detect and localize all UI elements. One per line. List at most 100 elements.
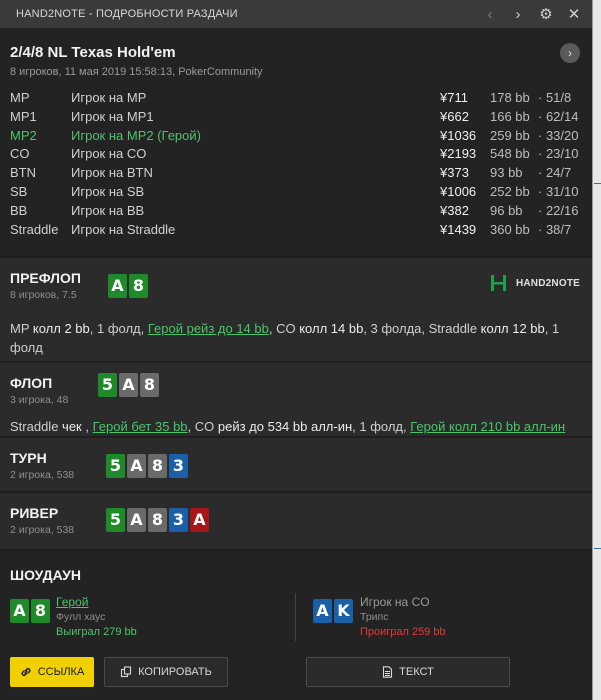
player-chips: ¥1036	[440, 127, 477, 143]
action-player: MP	[10, 321, 30, 336]
villain-result-amount: Проиграл 259 bb	[360, 626, 446, 638]
gear-icon[interactable]: ⚙	[532, 5, 560, 23]
player-name: Игрок на Straddle	[71, 221, 176, 237]
chevron-right-icon[interactable]: ›	[504, 6, 532, 23]
hero-action-link[interactable]: Герой колл 210 bb алл-ин	[410, 419, 565, 434]
player-bb: 178 bb	[490, 90, 530, 105]
card: A	[127, 508, 146, 532]
text-button-label: ТЕКСТ	[399, 666, 434, 678]
player-row: BB Игрок на BB ¥382 96 bb · 22/16	[10, 203, 582, 222]
hand-details-window: HAND2NOTE - ПОДРОБНОСТИ РАЗДАЧИ ‹ › ⚙ ✕ …	[0, 0, 592, 700]
player-chips: ¥373	[440, 165, 469, 181]
player-position: BTN	[10, 165, 36, 181]
player-chips: ¥382	[440, 202, 469, 218]
player-position: MP2	[10, 127, 37, 143]
player-position: Straddle	[10, 221, 59, 237]
player-name: Игрок на MP2 (Герой)	[71, 127, 201, 143]
player-chips: ¥1006	[440, 183, 477, 199]
street-label: РИВЕР	[10, 505, 59, 521]
brand-wordmark: HAND2NOTE	[515, 277, 580, 289]
text-button[interactable]: ТЕКСТ	[306, 657, 510, 687]
player-stats: · 33/20	[538, 127, 579, 143]
card: 5	[106, 454, 125, 478]
player-position: SB	[10, 183, 28, 199]
background-window-edge	[592, 0, 601, 700]
player-chips: ¥662	[440, 108, 469, 124]
link-button[interactable]: ССЫЛКА	[10, 657, 94, 687]
villain-showdown-cards: A K	[313, 599, 353, 623]
player-row: MP Игрок на MP ¥711 178 bb · 51/8	[10, 90, 582, 109]
villain-result: Игрок на CO Трипс Проиграл 259 bb	[360, 595, 446, 638]
street-meta: 3 игрока, 48	[10, 394, 69, 406]
close-icon[interactable]: ✕	[560, 5, 588, 23]
player-chips: ¥1439	[440, 221, 477, 237]
card: 8	[140, 373, 159, 397]
action-text: рейз до 534 bb алл-ин	[217, 419, 353, 434]
action-text: Straddle	[10, 419, 63, 434]
link-button-label: ССЫЛКА	[37, 666, 85, 678]
board-cards: 5 A 8	[98, 373, 159, 397]
card: A	[313, 599, 332, 623]
player-name: Игрок на MP	[71, 90, 147, 105]
action-text: , CO	[187, 419, 218, 434]
hero-name-link[interactable]: Герой	[56, 595, 137, 609]
player-name: Игрок на BB	[71, 202, 145, 218]
hand-header: 2/4/8 NL Texas Hold'em 8 игроков, 11 мая…	[0, 28, 592, 256]
window-title: HAND2NOTE - ПОДРОБНОСТИ РАЗДАЧИ	[16, 8, 238, 20]
chevron-right-circle-icon[interactable]: ›	[560, 43, 580, 63]
street-actions: MP колл 2 bb, 1 фолд, Герой рейз до 14 b…	[10, 319, 582, 357]
player-bb: 252 bb	[490, 183, 530, 199]
background-mark	[594, 183, 601, 184]
player-row: Straddle Игрок на Straddle ¥1439 360 bb …	[10, 222, 582, 241]
title-bar: HAND2NOTE - ПОДРОБНОСТИ РАЗДАЧИ ‹ › ⚙ ✕	[0, 0, 592, 28]
hero-action-link[interactable]: Герой рейз до 14 bb	[148, 321, 269, 336]
player-name: Игрок на CO	[71, 146, 147, 162]
action-text: колл 14 bb	[299, 321, 364, 336]
player-bb: 93 bb	[490, 165, 523, 181]
player-bb: 96 bb	[490, 202, 523, 218]
player-row-hero: MP2 Игрок на MP2 (Герой) ¥1036 259 bb · …	[10, 128, 582, 147]
street-label: ШОУДАУН	[10, 567, 81, 583]
hero-hand-rank: Фулл хаус	[56, 611, 106, 623]
player-stats: · 31/10	[538, 183, 579, 199]
hero-showdown-cards: A 8	[10, 599, 50, 623]
card: A	[190, 508, 209, 532]
street-label: ФЛОП	[10, 375, 53, 391]
player-row: BTN Игрок на BTN ¥373 93 bb · 24/7	[10, 165, 582, 184]
player-stats: · 62/14	[538, 108, 579, 124]
player-bb: 548 bb	[490, 146, 530, 162]
card: 5	[106, 508, 125, 532]
player-name: Игрок на MP1	[71, 108, 154, 124]
hero-action-link[interactable]: Герой бет 35 bb	[93, 419, 188, 434]
action-text: ,	[85, 419, 93, 434]
player-row: CO Игрок на CO ¥2193 548 bb · 23/10	[10, 146, 582, 165]
street-label: ТУРН	[10, 450, 47, 466]
card: A	[127, 454, 146, 478]
player-stats: · 38/7	[538, 221, 572, 237]
player-bb: 166 bb	[490, 108, 530, 124]
showdown-section: ШОУДАУН A 8 Герой Фулл хаус Выиграл 279 …	[0, 549, 592, 700]
player-row: SB Игрок на SB ¥1006 252 bb · 31/10	[10, 184, 582, 203]
action-text: чек	[62, 419, 86, 434]
player-stats: · 22/16	[538, 202, 579, 218]
player-position: BB	[10, 202, 28, 218]
card: 8	[148, 454, 167, 478]
villain-name: Игрок на CO	[360, 595, 430, 609]
chevron-left-icon[interactable]: ‹	[476, 6, 504, 23]
player-chips: ¥711	[440, 90, 468, 105]
card: 8	[31, 599, 50, 623]
player-bb: 360 bb	[490, 221, 530, 237]
copy-button[interactable]: КОПИРОВАТЬ	[104, 657, 228, 687]
hero-result: Герой Фулл хаус Выиграл 279 bb	[56, 595, 137, 638]
background-mark	[594, 548, 601, 549]
hand-title: 2/4/8 NL Texas Hold'em	[10, 44, 176, 61]
copy-icon	[121, 666, 132, 678]
player-row: MP1 Игрок на MP1 ¥662 166 bb · 62/14	[10, 109, 582, 128]
street-preflop: ПРЕФЛОП 8 игроков, 7.5 A 8 HAND2NOTE MP …	[0, 256, 592, 361]
player-stats: · 24/7	[538, 165, 572, 181]
copy-button-label: КОПИРОВАТЬ	[138, 666, 212, 678]
hand2note-logo: HAND2NOTE	[490, 274, 580, 292]
street-meta: 2 игрока, 538	[10, 524, 75, 536]
player-bb: 259 bb	[490, 127, 530, 143]
action-text: , CO	[268, 321, 300, 336]
